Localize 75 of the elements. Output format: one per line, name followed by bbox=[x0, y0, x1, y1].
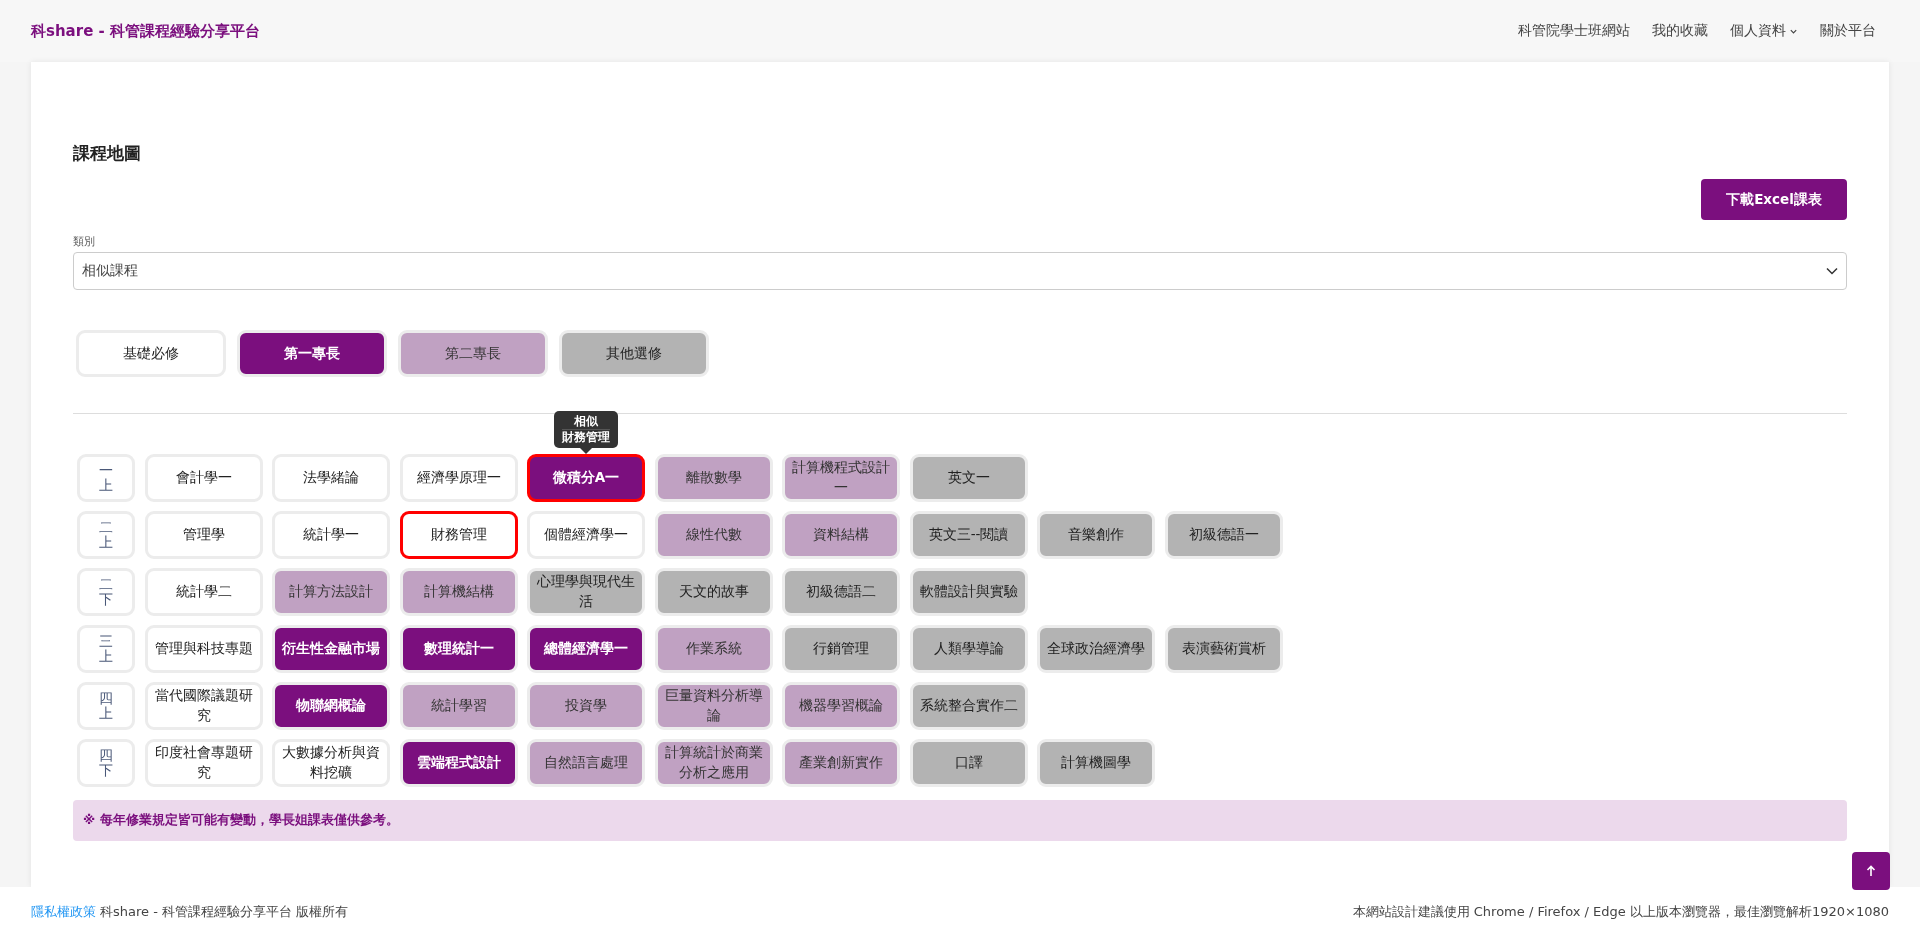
course-card[interactable]: 行銷管理 bbox=[782, 625, 900, 673]
course-card[interactable]: 線性代數 bbox=[654, 511, 773, 559]
course-card[interactable]: 計算機圖學 bbox=[1037, 739, 1155, 787]
course-card[interactable]: 初級德語一 bbox=[1164, 511, 1283, 559]
chevron-down-icon bbox=[1826, 267, 1838, 275]
nav-link[interactable]: 關於平台 bbox=[1820, 22, 1876, 40]
course-card[interactable]: 心理學與現代生活 bbox=[527, 568, 645, 616]
course-card[interactable]: 微積分A一 bbox=[527, 454, 645, 502]
arrow-up-icon bbox=[1866, 865, 1876, 877]
course-card[interactable]: 雲端程式設計 bbox=[399, 739, 518, 787]
course-card[interactable]: 口譯 bbox=[909, 739, 1028, 787]
course-card[interactable]: 投資學 bbox=[527, 682, 645, 730]
legend-chip: 第一專長 bbox=[237, 330, 387, 377]
course-card[interactable]: 作業系統 bbox=[654, 625, 773, 673]
course-card[interactable]: 當代國際議題研究 bbox=[144, 682, 263, 730]
course-card[interactable]: 資料結構 bbox=[782, 511, 900, 559]
course-card[interactable]: 產業創新實作 bbox=[782, 739, 900, 787]
course-card[interactable]: 自然語言處理 bbox=[527, 739, 645, 787]
tooltip-title: 相似 bbox=[574, 414, 598, 430]
course-card[interactable]: 計算機程式設計一 bbox=[782, 454, 900, 502]
course-card[interactable]: 英文三--閱讀 bbox=[909, 511, 1028, 559]
browser-note: 本網站設計建議使用 Chrome / Firefox / Edge 以上版本瀏覽器，最佳瀏覽解析1920×1080 bbox=[1352, 903, 1889, 921]
course-card[interactable]: 經濟學原理一 bbox=[399, 454, 518, 502]
semester-label: 二下 bbox=[99, 577, 113, 607]
nav-link[interactable]: 科管院學士班網站 bbox=[1518, 22, 1630, 40]
course-card[interactable]: 計算方法設計 bbox=[272, 568, 390, 616]
semester-label: 二上 bbox=[99, 520, 113, 550]
course-card[interactable]: 法學緒論 bbox=[272, 454, 390, 502]
back-to-top-button[interactable] bbox=[1852, 852, 1890, 890]
course-card[interactable]: 表演藝術賞析 bbox=[1164, 625, 1283, 673]
semester-label: 一上 bbox=[99, 463, 113, 493]
course-card[interactable]: 軟體設計與實驗 bbox=[909, 568, 1028, 616]
legend-chip: 基礎必修 bbox=[76, 330, 226, 377]
course-card[interactable]: 統計學二 bbox=[144, 568, 263, 616]
course-card[interactable]: 初級德語二 bbox=[782, 568, 900, 616]
course-card[interactable]: 管理與科技專題 bbox=[144, 625, 263, 673]
course-card[interactable]: 數理統計一 bbox=[399, 625, 518, 673]
copyright-text: 科share - 科管課程經驗分享平台 版權所有 bbox=[100, 903, 349, 921]
course-card[interactable]: 計算機結構 bbox=[399, 568, 518, 616]
course-card[interactable]: 離散數學 bbox=[654, 454, 773, 502]
select-value: 相似課程 bbox=[82, 262, 138, 280]
course-card[interactable]: 衍生性金融市場 bbox=[272, 625, 390, 673]
site-brand-link[interactable]: 科share - 科管課程經驗分享平台 bbox=[31, 21, 260, 41]
course-card[interactable]: 計算統計於商業分析之應用 bbox=[654, 739, 773, 787]
nav-link[interactable]: 個人資料 bbox=[1730, 22, 1798, 40]
course-card[interactable]: 音樂創作 bbox=[1037, 511, 1155, 559]
course-card[interactable]: 統計學一 bbox=[272, 511, 390, 559]
tooltip-text: 財務管理 bbox=[562, 429, 610, 445]
nav-link[interactable]: 我的收藏 bbox=[1652, 22, 1708, 40]
download-button[interactable]: 下載Excel課表 bbox=[1701, 179, 1847, 220]
notice-banner: ※ 每年修業規定皆可能有變動，學長姐課表僅供參考。 bbox=[73, 800, 1847, 841]
course-card[interactable]: 會計學一 bbox=[144, 454, 263, 502]
semester-label: 三上 bbox=[99, 634, 113, 664]
category-select[interactable]: 相似課程 bbox=[73, 252, 1847, 290]
course-card[interactable]: 財務管理 bbox=[399, 511, 518, 559]
semester-label: 四上 bbox=[99, 691, 113, 721]
course-card[interactable]: 印度社會專題研究 bbox=[144, 739, 263, 787]
course-card[interactable]: 天文的故事 bbox=[654, 568, 773, 616]
course-card[interactable]: 系統整合實作二 bbox=[909, 682, 1028, 730]
course-card[interactable]: 英文一 bbox=[909, 454, 1028, 502]
course-card[interactable]: 機器學習概論 bbox=[782, 682, 900, 730]
semester-label: 四下 bbox=[99, 748, 113, 778]
field-label: 類別 bbox=[73, 234, 95, 249]
legend-chip: 第二專長 bbox=[398, 330, 548, 377]
course-card[interactable]: 人類學導論 bbox=[909, 625, 1028, 673]
course-card[interactable]: 物聯網概論 bbox=[272, 682, 390, 730]
legend-chip: 其他選修 bbox=[559, 330, 709, 377]
course-card[interactable]: 統計學習 bbox=[399, 682, 518, 730]
course-card[interactable]: 管理學 bbox=[144, 511, 263, 559]
course-card[interactable]: 全球政治經濟學 bbox=[1037, 625, 1155, 673]
course-card[interactable]: 總體經濟學一 bbox=[527, 625, 645, 673]
course-card[interactable]: 大數據分析與資料挖礦 bbox=[272, 739, 390, 787]
course-card[interactable]: 個體經濟學一 bbox=[527, 511, 645, 559]
page-title: 課程地圖 bbox=[73, 142, 142, 165]
course-card[interactable]: 巨量資料分析導論 bbox=[654, 682, 773, 730]
